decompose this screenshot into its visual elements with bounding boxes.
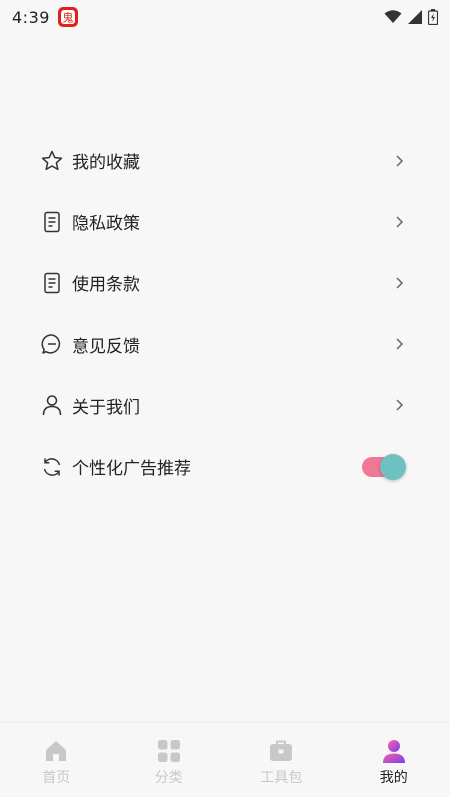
tab-home[interactable]: 首页 — [0, 723, 113, 797]
battery-icon — [428, 9, 438, 25]
toolbox-icon — [270, 740, 293, 761]
menu-item-label: 我的收藏 — [72, 153, 140, 174]
wifi-icon — [384, 10, 402, 23]
chevron-right-icon — [396, 155, 404, 167]
menu-item-privacy-policy[interactable]: 隐私政策 — [40, 191, 412, 252]
tab-mine[interactable]: 我的 — [338, 723, 450, 797]
chevron-right-icon — [396, 216, 404, 228]
menu-item-label: 关于我们 — [72, 397, 140, 418]
home-icon — [46, 741, 67, 761]
app-badge-icon: 鬼 — [57, 7, 78, 27]
menu-item-label: 意见反馈 — [72, 336, 140, 357]
menu-item-personalized-ads: 个性化广告推荐 — [40, 436, 412, 497]
document-icon — [40, 209, 66, 235]
tab-label: 首页 — [42, 770, 71, 786]
tab-categories[interactable]: 分类 — [113, 723, 226, 797]
tab-label: 工具包 — [260, 770, 303, 786]
chevron-right-icon — [396, 338, 404, 350]
chat-bubble-icon — [40, 331, 66, 357]
toggle-knob — [380, 453, 406, 480]
person-icon — [40, 392, 66, 418]
status-bar: 4:39 鬼 — [0, 0, 450, 34]
tab-toolbox[interactable]: 工具包 — [225, 723, 338, 797]
tab-label: 我的 — [379, 770, 408, 786]
menu-item-terms-of-use[interactable]: 使用条款 — [40, 252, 412, 313]
refresh-icon — [40, 454, 66, 480]
grid-icon — [157, 740, 180, 762]
tab-label: 分类 — [154, 770, 183, 786]
menu-item-label: 个性化广告推荐 — [72, 459, 191, 480]
document-icon — [40, 270, 66, 296]
menu-item-about-us[interactable]: 关于我们 — [40, 375, 412, 436]
profile-icon — [382, 740, 405, 763]
status-indicators — [384, 9, 438, 25]
menu-item-feedback[interactable]: 意见反馈 — [40, 314, 412, 375]
menu-item-label: 隐私政策 — [72, 214, 140, 235]
settings-menu: 我的收藏 隐私政策 使用条款 意见反馈 关于我们 个性化广告推荐 — [40, 130, 412, 497]
bottom-tab-bar: 首页 分类 工具包 我的 — [0, 722, 450, 797]
star-icon — [40, 148, 66, 174]
status-time: 4:39 — [12, 7, 50, 27]
svg-text:鬼: 鬼 — [62, 11, 73, 25]
chevron-right-icon — [396, 277, 404, 289]
menu-item-label: 使用条款 — [72, 275, 140, 296]
personalized-ads-toggle[interactable] — [362, 453, 406, 480]
signal-icon — [408, 10, 422, 24]
menu-item-favorites[interactable]: 我的收藏 — [40, 130, 412, 191]
chevron-right-icon — [396, 399, 404, 411]
